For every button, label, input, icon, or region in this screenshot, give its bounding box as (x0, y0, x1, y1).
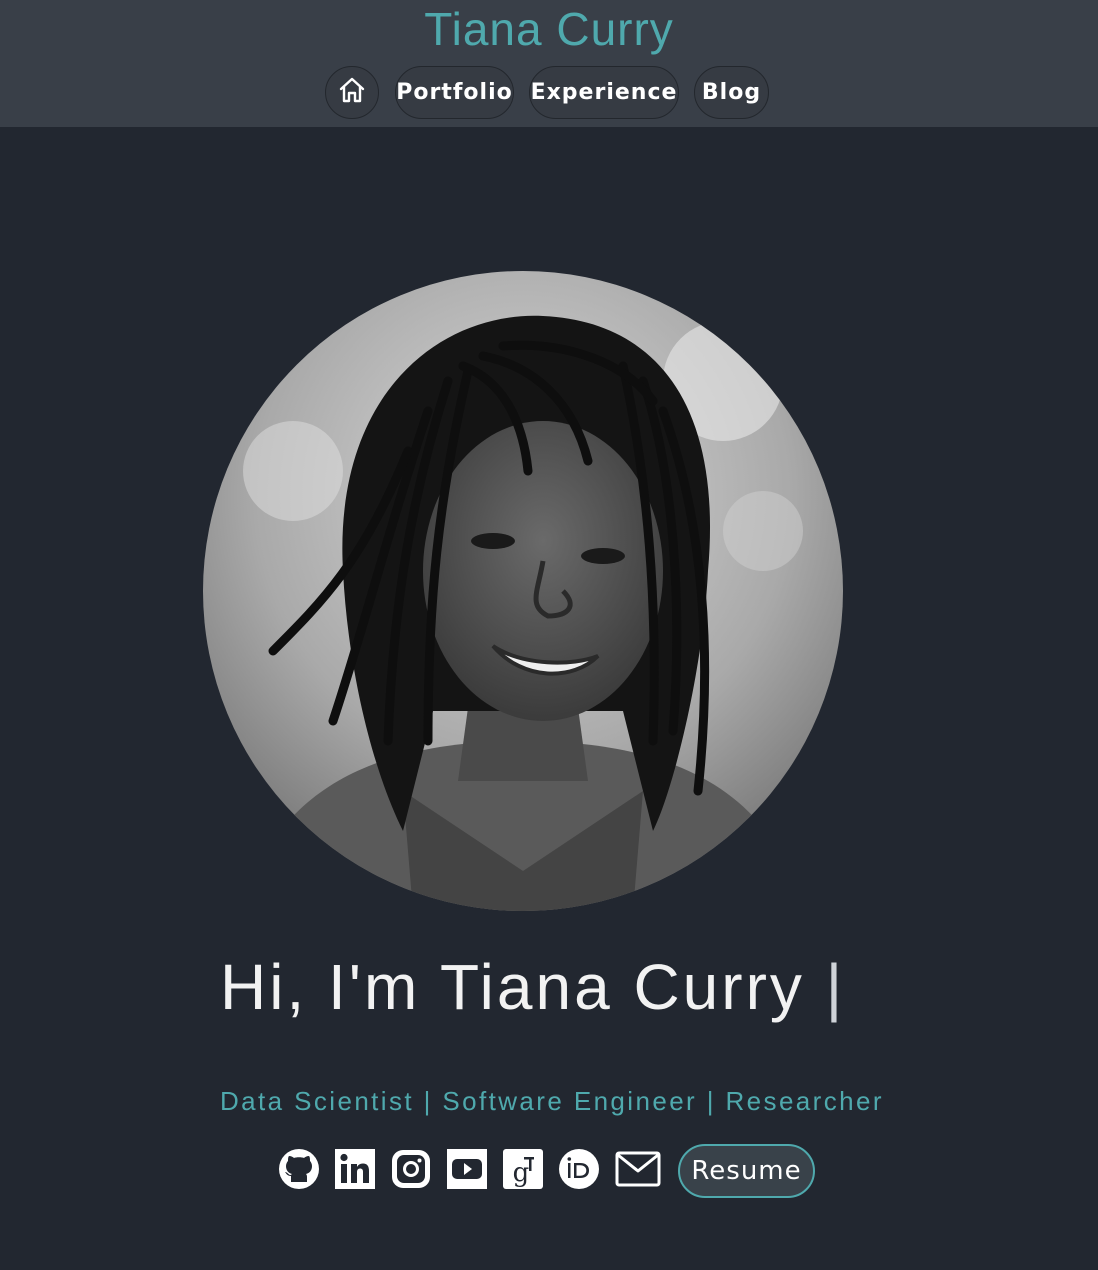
nav-portfolio-button[interactable]: Portfolio (395, 66, 514, 119)
orcid-link[interactable] (556, 1148, 602, 1194)
youtube-icon (446, 1148, 488, 1195)
profile-photo (203, 271, 843, 911)
youtube-link[interactable] (444, 1148, 490, 1194)
linkedin-icon (334, 1148, 376, 1195)
tagline: Data Scientist | Software Engineer | Res… (220, 1086, 884, 1116)
google-scholar-icon: g (502, 1148, 544, 1195)
google-scholar-link[interactable]: g (500, 1148, 546, 1194)
github-link[interactable] (276, 1148, 322, 1194)
greeting-text: Hi, I'm Tiana Curry (220, 951, 805, 1023)
typing-cursor: | (825, 951, 846, 1023)
greeting-heading: Hi, I'm Tiana Curry | (220, 950, 920, 1024)
instagram-icon (390, 1148, 432, 1195)
resume-button[interactable]: Resume (678, 1144, 815, 1198)
site-header: Tiana Curry Portfolio Experience Blog (0, 0, 1098, 127)
nav-home-button[interactable] (325, 66, 379, 119)
svg-text:g: g (513, 1158, 530, 1188)
nav-blog-button[interactable]: Blog (694, 66, 769, 119)
main-nav: Portfolio Experience Blog (0, 66, 1098, 119)
linkedin-link[interactable] (332, 1148, 378, 1194)
orcid-icon (558, 1148, 600, 1195)
email-link[interactable] (615, 1148, 661, 1194)
instagram-link[interactable] (388, 1148, 434, 1194)
nav-experience-button[interactable]: Experience (529, 66, 679, 119)
site-title[interactable]: Tiana Curry (0, 2, 1098, 56)
github-icon (278, 1148, 320, 1195)
home-icon (338, 76, 366, 110)
mail-icon (615, 1151, 661, 1192)
